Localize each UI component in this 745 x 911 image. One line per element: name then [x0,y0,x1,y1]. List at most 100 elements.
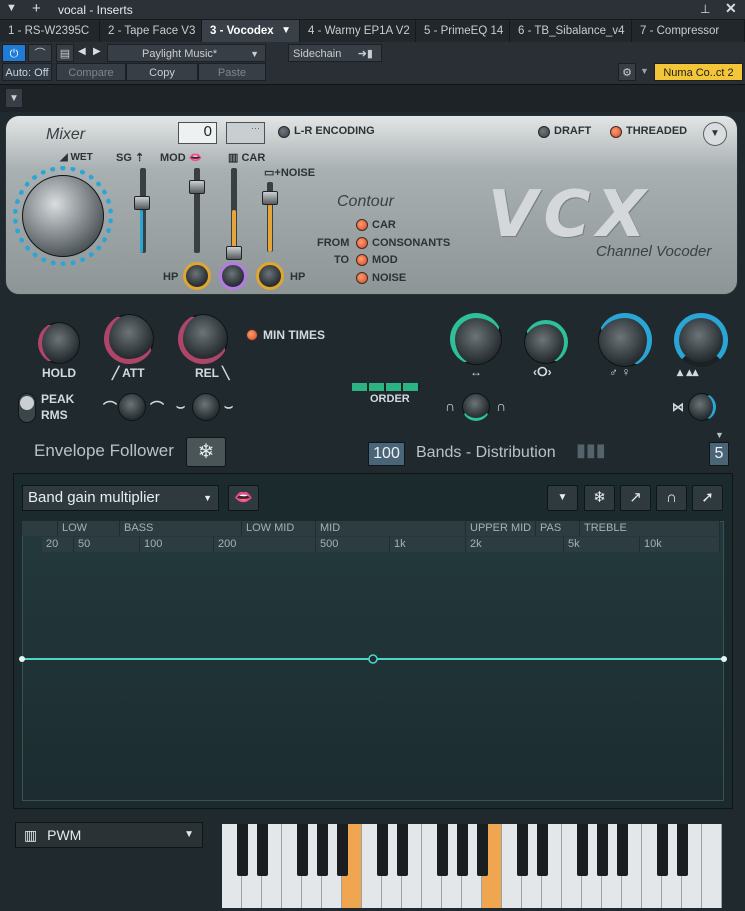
black-key[interactable] [317,824,328,876]
lips-icon[interactable]: 👄 [228,485,259,511]
contour-consonants-led[interactable] [356,237,368,249]
hp-mod-knob[interactable] [183,262,211,290]
hp-car-knob[interactable] [219,262,247,290]
white-key[interactable] [702,824,722,908]
value-field-2[interactable]: ··· [226,122,265,144]
min-times-led[interactable] [246,329,258,341]
copy-button[interactable]: Copy [126,63,198,81]
tab-7[interactable]: 7 - Compressor [632,20,745,42]
magnet-icon[interactable]: ∩ [656,485,687,511]
keyboard[interactable] [222,824,722,908]
value-field[interactable]: 0 [178,122,217,144]
att-curve-knob[interactable] [118,393,146,421]
black-key[interactable] [397,824,408,876]
black-key[interactable] [677,824,688,876]
contour-car-led[interactable] [356,219,368,231]
wave-select[interactable]: ▥ PWM ▼ [15,822,203,848]
preset-menu-icon[interactable]: ▤ [56,44,74,62]
paste-button[interactable]: Paste [198,63,266,81]
chevron-down-icon[interactable]: ▼ [640,66,649,76]
black-key[interactable] [597,824,608,876]
freeze-icon[interactable]: ❄ [186,437,226,467]
draft-led[interactable] [538,126,550,138]
black-key[interactable] [617,824,628,876]
tab-4[interactable]: 4 - Warmy EP1A V2 [300,20,416,42]
black-key[interactable] [257,824,268,876]
freeze-icon[interactable]: ❄ [584,485,615,511]
black-key[interactable] [477,824,488,876]
lr-encoding-led[interactable] [278,126,290,138]
tab-1[interactable]: 1 - RS-W2395C [0,20,100,42]
chevron-down-icon[interactable]: ▼ [281,20,291,42]
mod-fader[interactable] [189,180,205,194]
tab-5[interactable]: 5 - PrimeEQ 14 [416,20,510,42]
graph-mode-select[interactable]: Band gain multiplier ▼ [22,485,219,511]
sidechain-button[interactable]: Sidechain ➜▮ [288,44,382,62]
noise-fader[interactable] [262,191,278,205]
wet-knob[interactable] [22,175,104,257]
bands-count-field[interactable]: 100 [368,442,405,466]
curve-draw-icon[interactable]: ↗ [620,485,651,511]
stretch-knob[interactable] [524,320,568,364]
hp-noise-knob[interactable] [256,262,284,290]
chevron-down-icon[interactable]: ▼ [6,2,17,14]
threaded-led[interactable] [610,126,622,138]
menu-icon[interactable]: ▼ [703,122,727,146]
noise-label: ▭+NOISE [264,166,315,179]
prev-preset-icon[interactable]: ◀ [78,46,86,57]
black-key[interactable] [657,824,668,876]
device-button[interactable]: Numa Co..ct 2 [654,63,743,81]
voices-knob[interactable] [674,313,728,367]
black-key[interactable] [237,824,248,876]
high-shape-icon: ∩ [496,398,507,414]
tab-2[interactable]: 2 - Tape Face V3 [100,20,202,42]
black-key[interactable] [457,824,468,876]
tab-6[interactable]: 6 - TB_Sibalance_v4 [510,20,632,42]
att-knob[interactable] [104,314,154,364]
peak-rms-toggle[interactable] [18,393,36,423]
add-icon[interactable]: + [32,0,41,17]
black-key[interactable] [437,824,448,876]
black-key[interactable] [517,824,528,876]
automation-icon[interactable]: ⌒ [28,44,52,62]
close-icon[interactable]: ✕ [725,0,737,17]
gain-curve[interactable] [13,650,733,670]
gain-handle-right[interactable] [721,656,727,662]
chevron-down-icon[interactable]: ▼ [547,485,578,511]
black-key[interactable] [337,824,348,876]
shift-knob[interactable] [450,313,502,365]
formant-knob[interactable] [598,313,652,367]
note-arrow-icon[interactable]: ➚ [692,485,723,511]
car-fader[interactable] [226,246,242,260]
black-key[interactable] [297,824,308,876]
auto-off-button[interactable]: Auto: Off [2,63,52,81]
black-key[interactable] [377,824,388,876]
expand-icon[interactable]: ▼ [5,88,23,108]
stretch-icon: ‹ⵔ› [533,365,552,379]
chevron-down-icon[interactable]: ▼ [715,430,724,440]
compare-button[interactable]: Compare [56,63,126,81]
distribution-value-field[interactable]: 5 [709,442,729,466]
hold-knob[interactable] [38,322,80,364]
gain-handle-mid[interactable] [368,654,378,664]
contour-mod-led[interactable] [356,254,368,266]
pin-icon[interactable]: ⊥ [700,2,710,16]
order-indicator[interactable] [352,383,420,391]
next-preset-icon[interactable]: ▶ [93,46,101,57]
contour-mod-label: MOD [372,254,398,266]
preset-select[interactable]: Paylight Music* ▼ [107,44,266,62]
black-key[interactable] [537,824,548,876]
tab-3[interactable]: 3 - Vocodex ▼ [202,20,300,42]
spread-knob[interactable] [688,393,716,421]
rel-curve-knob[interactable] [192,393,220,421]
black-key[interactable] [577,824,588,876]
envelope-follower-title: Envelope Follower [34,441,174,460]
gear-icon[interactable]: ⚙ [618,63,636,81]
order-knob[interactable] [462,393,490,421]
contour-noise-led[interactable] [356,272,368,284]
power-icon[interactable]: ⏻ [2,44,26,62]
gain-handle-left[interactable] [19,656,25,662]
rel-knob[interactable] [178,314,228,364]
distribution-icon[interactable]: ▮▮▮ [576,440,606,461]
sg-fader[interactable] [134,196,150,210]
